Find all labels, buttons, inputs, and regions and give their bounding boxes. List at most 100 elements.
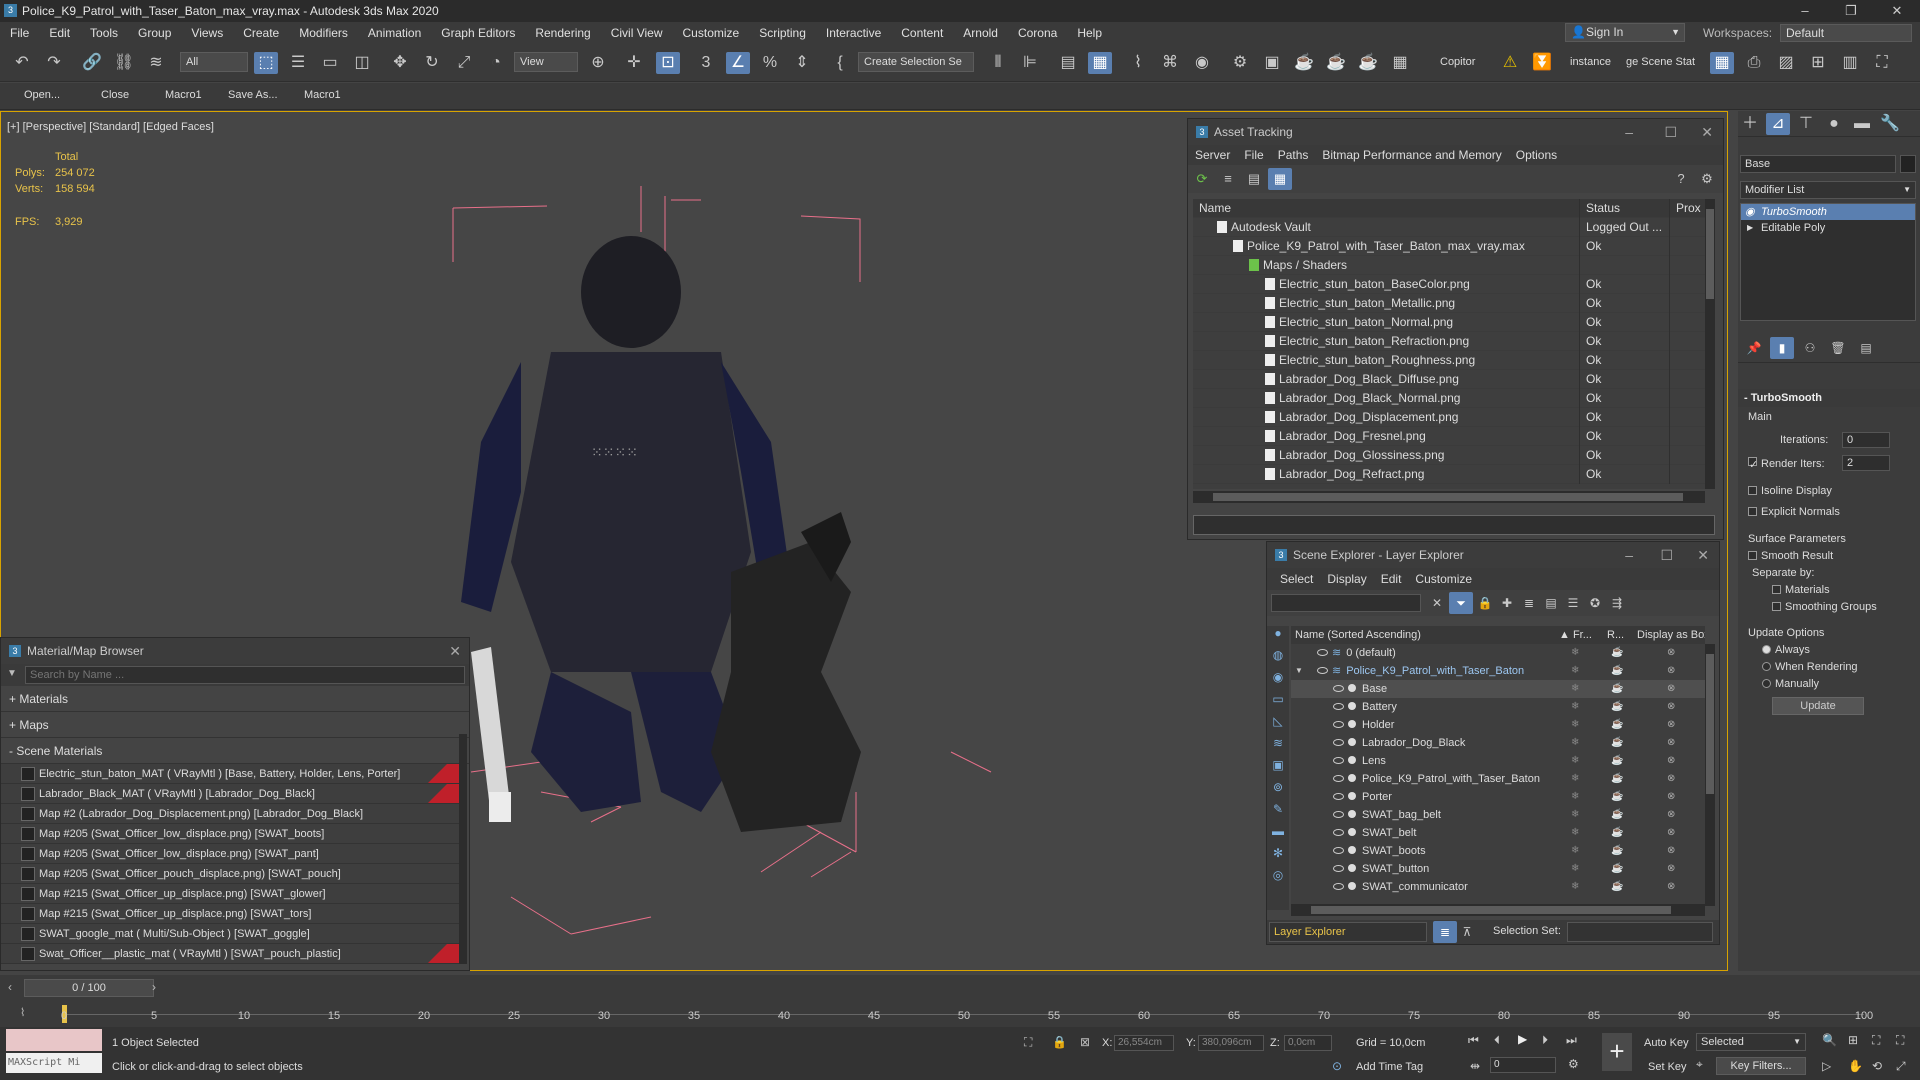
zoom-all-icon[interactable]: ⊞ <box>1848 1033 1858 1047</box>
time-tag-icon[interactable]: ⊙ <box>1332 1059 1342 1073</box>
asset-menu-options[interactable]: Options <box>1509 148 1564 162</box>
display-as-box-icon[interactable]: ⊗ <box>1667 806 1675 824</box>
grid-view-icon[interactable]: ▦ <box>1268 168 1292 190</box>
asset-path-field[interactable] <box>1193 515 1715 535</box>
renderable-icon[interactable]: ☕ <box>1611 806 1623 824</box>
pivot-icon[interactable]: ⊕ <box>586 52 610 74</box>
render-production-icon[interactable]: ☕ <box>1292 52 1316 74</box>
display-as-box-icon[interactable]: ⊗ <box>1667 752 1675 770</box>
display-as-box-icon[interactable]: ⊗ <box>1667 842 1675 860</box>
freeze-icon[interactable]: ❄ <box>1571 644 1579 662</box>
zoom-icon[interactable]: 🔍 <box>1822 1033 1837 1047</box>
menu-help[interactable]: Help <box>1067 22 1112 44</box>
explorer-menu-customize[interactable]: Customize <box>1408 572 1479 586</box>
asset-tracking-titlebar[interactable]: 3 Asset Tracking – ☐ ✕ <box>1188 119 1723 145</box>
layer-row[interactable]: SWAT_communicator ❄ ☕ ⊗ <box>1291 878 1705 896</box>
chevron-double-down-icon[interactable]: ⏬ <box>1530 52 1554 74</box>
asset-menu-paths[interactable]: Paths <box>1271 148 1316 162</box>
manually-radio[interactable] <box>1762 679 1771 688</box>
render-setup-icon[interactable]: ⚙ <box>1228 52 1252 74</box>
macro1-button[interactable]: Macro1 <box>165 89 202 101</box>
time-config-icon[interactable]: ⚙ <box>1568 1057 1579 1071</box>
play-icon[interactable]: ▶ <box>1518 1032 1527 1046</box>
col-header-display-as-box[interactable]: Display as Box <box>1637 626 1705 644</box>
edit-named-selection-icon[interactable]: { <box>828 52 852 74</box>
key-filters-icon[interactable]: ⌖ <box>1696 1057 1703 1072</box>
eye-icon[interactable] <box>1317 667 1328 674</box>
isoline-checkbox[interactable] <box>1748 486 1757 495</box>
ribbon-toggle-icon[interactable]: ▦ <box>1088 52 1112 74</box>
category-maps[interactable]: + Maps <box>1 712 469 738</box>
clear-search-icon[interactable]: ✕ <box>1425 592 1449 614</box>
close-window-button[interactable]: ✕ <box>1874 0 1920 22</box>
rendered-frame-icon[interactable]: ▣ <box>1260 52 1284 74</box>
layout-icon[interactable]: ▥ <box>1838 52 1862 74</box>
material-search-input[interactable] <box>25 666 465 684</box>
display-as-box-icon[interactable]: ⊗ <box>1667 860 1675 878</box>
menu-graph-editors[interactable]: Graph Editors <box>431 22 525 44</box>
layer-row[interactable]: SWAT_belt ❄ ☕ ⊗ <box>1291 824 1705 842</box>
select-layer-icon[interactable]: ▤ <box>1539 592 1563 614</box>
schematic-view-icon[interactable]: ⌘ <box>1158 52 1182 74</box>
sign-in-button[interactable]: 👤 Sign In ▼ <box>1565 23 1685 42</box>
display-cameras-icon[interactable]: ◺ <box>1267 714 1289 736</box>
set-key-button[interactable]: Set Key <box>1648 1061 1687 1073</box>
motion-tab-icon[interactable]: ● <box>1822 113 1846 135</box>
track-bar[interactable]: ⌇ 0 5 10 15 20 25 30 35 40 45 50 55 60 65 70 75 80 85 90 95… <box>0 1003 1920 1027</box>
expand-arrow-icon[interactable]: ▼ <box>1295 662 1303 680</box>
menu-corona[interactable]: Corona <box>1008 22 1067 44</box>
material-browser-scrollbar[interactable] <box>459 734 467 964</box>
asset-row[interactable]: Police_K9_Patrol_with_Taser_Baton_max_vr… <box>1193 237 1705 256</box>
col-header-render[interactable]: R... <box>1607 626 1624 644</box>
menu-edit[interactable]: Edit <box>39 22 80 44</box>
filter-icon[interactable]: ⏷ <box>1449 592 1473 614</box>
menu-views[interactable]: Views <box>181 22 233 44</box>
x-coordinate-field[interactable]: 26,554cm <box>1114 1035 1174 1051</box>
warning-icon[interactable]: ⚠ <box>1498 52 1522 74</box>
explorer-search-input[interactable] <box>1271 594 1421 612</box>
refresh-icon[interactable]: ⟳ <box>1190 168 1214 190</box>
select-by-name-icon[interactable]: ☰ <box>286 52 310 74</box>
configure-modifier-icon[interactable]: ▤ <box>1854 337 1878 359</box>
time-slider-thumb[interactable]: 0 / 100 <box>24 979 154 997</box>
zoom-extents-all-icon[interactable]: ⛶ <box>1896 1033 1904 1048</box>
asset-row[interactable]: Electric_stun_baton_Refraction.png Ok <box>1193 332 1705 351</box>
freeze-icon[interactable]: ❄ <box>1571 824 1579 842</box>
eye-icon[interactable] <box>1333 793 1344 800</box>
current-frame-field[interactable]: 0 <box>1490 1057 1556 1073</box>
freeze-icon[interactable]: ❄ <box>1571 698 1579 716</box>
asset-row[interactable]: Electric_stun_baton_Roughness.png Ok <box>1193 351 1705 370</box>
update-button[interactable]: Update <box>1772 697 1864 715</box>
freeze-icon[interactable]: ❄ <box>1571 806 1579 824</box>
asset-menu-file[interactable]: File <box>1237 148 1270 162</box>
freeze-icon[interactable]: ❄ <box>1571 734 1579 752</box>
display-containers-icon[interactable]: ✻ <box>1267 846 1289 868</box>
eye-icon[interactable] <box>1333 847 1344 854</box>
key-selection-dropdown[interactable]: Selected ▼ <box>1696 1033 1806 1051</box>
settings-icon[interactable]: ⚙ <box>1695 168 1719 190</box>
lock-icon[interactable]: 🔒 <box>1473 592 1497 614</box>
renderable-icon[interactable]: ☕ <box>1611 680 1623 698</box>
next-frame-icon[interactable]: › <box>152 980 156 994</box>
eye-icon[interactable] <box>1333 739 1344 746</box>
renderable-icon[interactable]: ☕ <box>1611 716 1623 734</box>
macro1-second-button[interactable]: Macro1 <box>304 89 341 101</box>
freeze-icon[interactable]: ❄ <box>1571 716 1579 734</box>
render-iterative-icon[interactable]: ☕ <box>1324 52 1348 74</box>
rotate-icon[interactable]: ↻ <box>420 52 444 74</box>
maximize-viewport-icon[interactable]: ⛶ <box>1870 52 1894 74</box>
renderable-icon[interactable]: ☕ <box>1611 770 1623 788</box>
prev-key-icon[interactable]: ⏴ <box>1494 1033 1500 1048</box>
display-as-box-icon[interactable]: ⊗ <box>1667 770 1675 788</box>
renderable-icon[interactable]: ☕ <box>1611 878 1623 896</box>
display-geometry-icon[interactable]: ◍ <box>1267 648 1289 670</box>
display-as-box-icon[interactable]: ⊗ <box>1667 788 1675 806</box>
asset-menu-bitmap[interactable]: Bitmap Performance and Memory <box>1315 148 1508 162</box>
layer-row[interactable]: Labrador_Dog_Black ❄ ☕ ⊗ <box>1291 734 1705 752</box>
asset-row[interactable]: Labrador_Dog_Black_Normal.png Ok <box>1193 389 1705 408</box>
asset-vscrollbar[interactable] <box>1705 199 1715 489</box>
explorer-menu-select[interactable]: Select <box>1273 572 1320 586</box>
freeze-icon[interactable]: ❄ <box>1571 770 1579 788</box>
go-to-end-icon[interactable]: ⏭ <box>1566 1033 1577 1048</box>
freeze-icon[interactable]: ❄ <box>1571 842 1579 860</box>
